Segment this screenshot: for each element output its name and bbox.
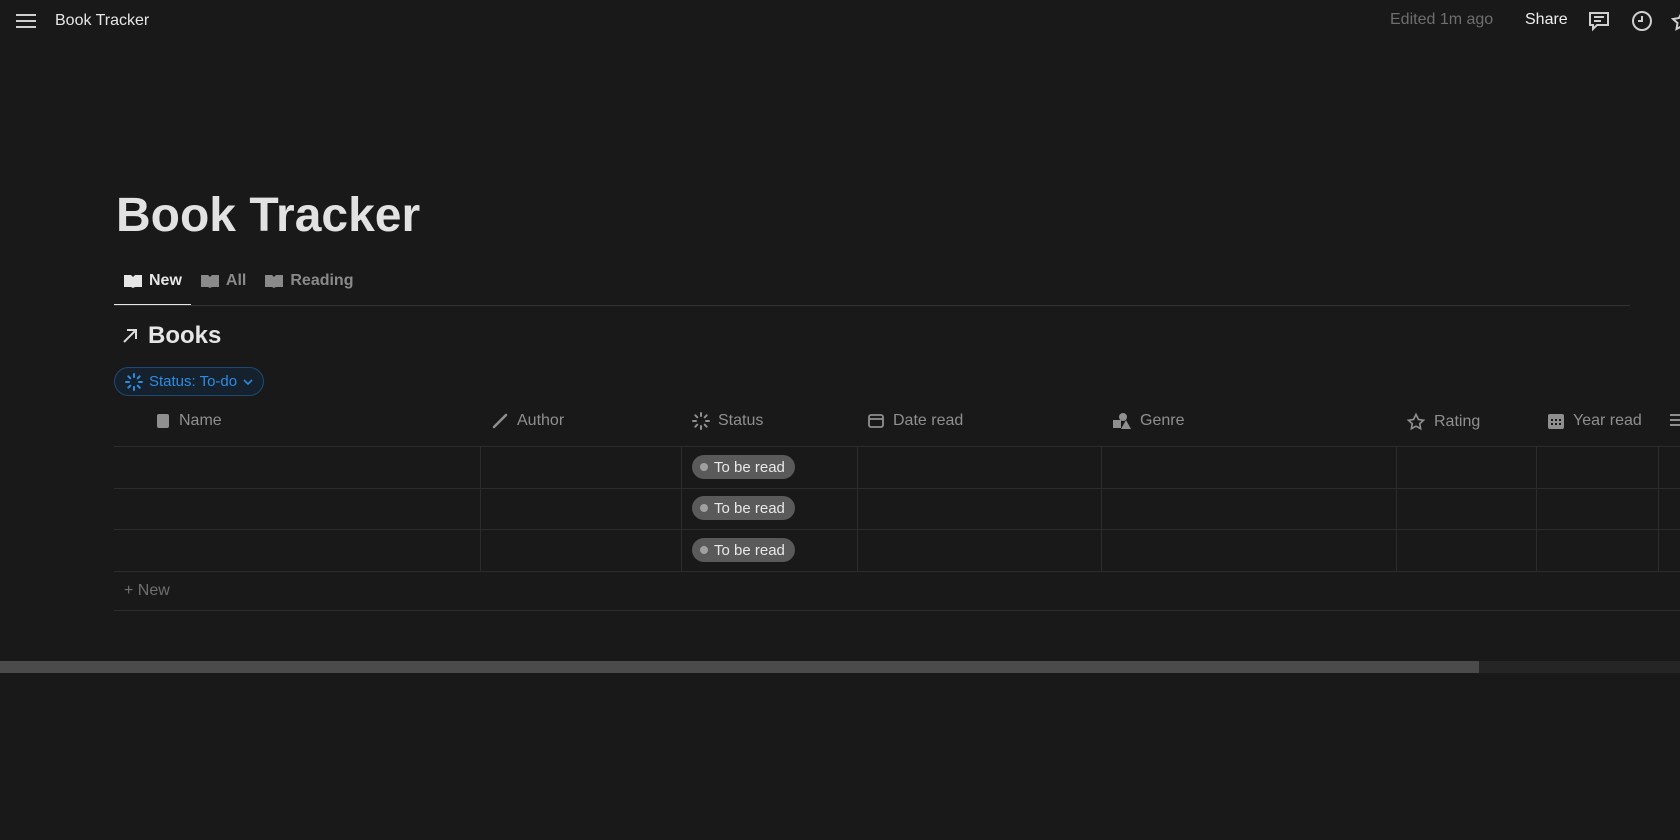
dot-icon (700, 546, 708, 554)
column-divider (480, 446, 481, 571)
column-divider (1396, 446, 1397, 571)
status-tag[interactable]: To be read (692, 455, 795, 479)
dot-icon (700, 463, 708, 471)
status-loading-icon (692, 412, 710, 430)
brush-icon (491, 413, 509, 429)
column-name[interactable]: Name (155, 412, 222, 430)
column-genre[interactable]: Genre (1112, 412, 1184, 430)
book-open-icon (200, 273, 220, 289)
dot-icon (700, 504, 708, 512)
document-icon (155, 413, 171, 429)
chevron-down-icon (243, 378, 253, 386)
star-icon[interactable] (1670, 9, 1680, 33)
calendar-icon (867, 413, 885, 429)
page-title: Book Tracker (116, 189, 421, 242)
edited-status: Edited 1m ago (1390, 11, 1494, 28)
status-tag[interactable]: To be read (692, 496, 795, 520)
arrow-up-right-icon (120, 326, 140, 346)
clock-icon[interactable] (1630, 9, 1654, 33)
tab-all[interactable]: All (191, 272, 255, 304)
add-row-button[interactable]: + New (124, 582, 170, 600)
menu-icon[interactable] (14, 10, 38, 32)
column-rating[interactable]: Rating (1406, 412, 1480, 432)
column-divider (681, 446, 682, 571)
status-loading-icon (125, 372, 143, 391)
shapes-icon (1112, 412, 1132, 430)
breadcrumb[interactable]: Book Tracker (55, 12, 149, 30)
row-divider (114, 571, 1680, 572)
database-title[interactable]: Books (120, 322, 221, 350)
column-author[interactable]: Author (491, 412, 564, 430)
view-tabs: New All Reading (114, 272, 362, 306)
column-divider (1101, 446, 1102, 571)
row-divider (114, 610, 1680, 611)
comment-icon[interactable] (1587, 9, 1611, 33)
header-divider (114, 446, 1680, 447)
column-divider (1658, 446, 1659, 571)
status-filter[interactable]: Status: To-do (114, 367, 265, 396)
star-icon (1406, 412, 1426, 432)
column-date-read[interactable]: Date read (867, 412, 963, 430)
book-open-icon (264, 273, 284, 289)
share-button[interactable]: Share (1525, 11, 1568, 29)
status-tag[interactable]: To be read (692, 538, 795, 562)
book-open-icon (123, 273, 143, 289)
column-divider (1536, 446, 1537, 571)
row-divider (114, 488, 1680, 489)
more-columns-icon[interactable] (1670, 412, 1680, 428)
column-divider (857, 446, 858, 571)
tabs-divider (114, 305, 1630, 306)
tab-new[interactable]: New (114, 272, 191, 306)
row-divider (114, 529, 1680, 530)
calendar-grid-icon (1547, 412, 1565, 430)
column-year-read[interactable]: Year read (1547, 412, 1642, 430)
horizontal-scrollbar-thumb[interactable] (0, 661, 1479, 673)
column-status[interactable]: Status (692, 412, 763, 430)
tab-reading[interactable]: Reading (255, 272, 362, 304)
